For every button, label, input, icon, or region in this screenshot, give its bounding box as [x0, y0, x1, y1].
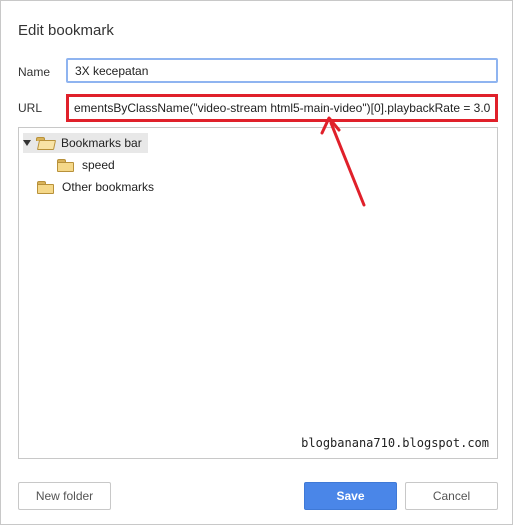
watermark-text: blogbanana710.blogspot.com: [301, 436, 489, 450]
dialog-title: Edit bookmark: [18, 22, 114, 39]
folder-icon: [57, 159, 74, 172]
url-label: URL: [18, 101, 43, 115]
new-folder-button[interactable]: New folder: [18, 482, 111, 510]
cancel-button[interactable]: Cancel: [405, 482, 498, 510]
tree-item-speed[interactable]: speed: [57, 155, 115, 175]
tree-item-other-bookmarks[interactable]: Other bookmarks: [37, 177, 154, 197]
edit-bookmark-dialog: Edit bookmark Name URL Bookmarks bar spe…: [0, 0, 513, 525]
name-label: Name: [18, 65, 51, 79]
tree-item-label: Other bookmarks: [62, 180, 155, 194]
save-button[interactable]: Save: [304, 482, 397, 510]
expand-triangle-icon[interactable]: [23, 140, 31, 146]
tree-item-bookmarks-bar[interactable]: Bookmarks bar: [23, 133, 148, 153]
tree-item-label: Bookmarks bar: [61, 136, 142, 150]
folder-open-icon: [36, 137, 57, 150]
folder-icon: [37, 181, 54, 194]
folder-tree[interactable]: Bookmarks bar speed Other bookmarks blog…: [18, 127, 498, 459]
name-input[interactable]: [66, 58, 498, 83]
url-input[interactable]: [66, 94, 498, 122]
tree-item-label: speed: [82, 158, 115, 172]
